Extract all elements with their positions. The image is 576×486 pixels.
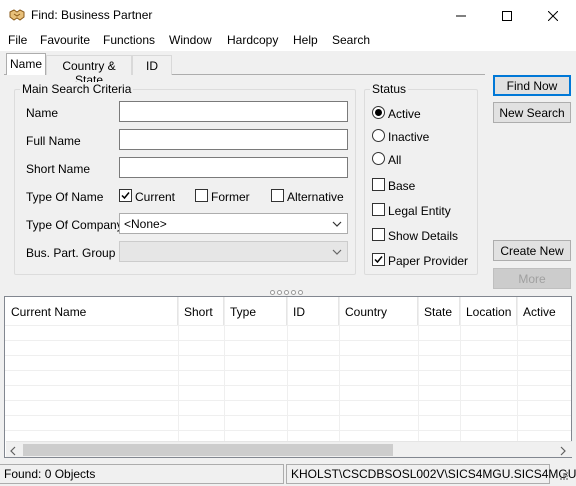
column-country[interactable]: Country: [339, 297, 418, 325]
alternative-label: Alternative: [287, 190, 344, 204]
create-new-button[interactable]: Create New: [493, 240, 571, 261]
legal-entity-label: Legal Entity: [388, 204, 451, 218]
column-current-name[interactable]: Current Name: [5, 297, 178, 325]
status-legend: Status: [370, 82, 409, 96]
more-button[interactable]: More: [493, 268, 571, 289]
menu-favourite[interactable]: Favourite: [40, 33, 90, 47]
tab-id[interactable]: ID: [132, 55, 172, 75]
full-name-label: Full Name: [26, 134, 81, 148]
paper-provider-checkbox[interactable]: [372, 253, 385, 266]
column-location[interactable]: Location: [460, 297, 517, 325]
column-id[interactable]: ID: [287, 297, 339, 325]
horizontal-scrollbar[interactable]: [6, 441, 572, 457]
menu-file[interactable]: File: [8, 33, 27, 47]
type-of-company-select[interactable]: <None>: [119, 213, 348, 234]
type-of-name-label: Type Of Name: [26, 190, 104, 204]
type-of-company-value: <None>: [124, 216, 167, 231]
find-now-button[interactable]: Find Now: [493, 75, 571, 96]
base-label: Base: [388, 179, 416, 193]
show-details-label: Show Details: [388, 229, 459, 243]
active-label: Active: [388, 107, 421, 121]
maximize-button[interactable]: [484, 0, 530, 31]
base-checkbox[interactable]: [372, 178, 385, 191]
grid-header: Current Name Short Type ID Country State…: [5, 297, 571, 325]
chevron-down-icon: [330, 244, 344, 260]
inactive-label: Inactive: [388, 130, 430, 144]
tab-name[interactable]: Name: [6, 53, 46, 75]
paper-provider-label: Paper Provider: [388, 254, 469, 268]
show-details-checkbox[interactable]: [372, 228, 385, 241]
resize-grip-icon[interactable]: [558, 470, 570, 485]
minimize-icon: [456, 15, 466, 16]
checkmark-icon: [121, 192, 130, 200]
close-icon: [548, 10, 558, 21]
checkmark-icon: [374, 256, 383, 264]
minimize-button[interactable]: [438, 0, 484, 31]
tab-country-state[interactable]: Country & State: [46, 55, 132, 87]
legal-entity-checkbox[interactable]: [372, 203, 385, 216]
full-name-input[interactable]: [119, 129, 348, 150]
menu-functions[interactable]: Functions: [103, 33, 155, 47]
current-checkbox[interactable]: [119, 189, 132, 202]
splitter-handle[interactable]: [270, 290, 303, 295]
column-state[interactable]: State: [418, 297, 460, 325]
handshake-icon: [9, 8, 25, 22]
radio-selected-icon: [375, 109, 382, 116]
all-radio[interactable]: [372, 152, 385, 165]
short-name-input[interactable]: [119, 157, 348, 178]
new-search-button[interactable]: New Search: [493, 102, 571, 123]
column-type[interactable]: Type: [224, 297, 287, 325]
close-button[interactable]: [530, 0, 576, 31]
chevron-down-icon: [330, 216, 344, 232]
scrollbar-thumb[interactable]: [23, 444, 393, 456]
bus-part-group-label: Bus. Part. Group: [26, 246, 116, 260]
bus-part-group-select[interactable]: [119, 241, 348, 262]
main-criteria-legend: Main Search Criteria: [20, 82, 134, 96]
alternative-checkbox[interactable]: [271, 189, 284, 202]
former-label: Former: [211, 190, 250, 204]
maximize-icon: [502, 10, 512, 21]
connection-info: KHOLST\CSCDBSOSL002V\SICS4MGU.SICS4MGU: [286, 464, 576, 484]
all-label: All: [388, 153, 402, 167]
current-label: Current: [135, 190, 176, 204]
name-label: Name: [26, 106, 59, 120]
column-short[interactable]: Short: [178, 297, 224, 325]
inactive-radio[interactable]: [372, 129, 385, 142]
window-title: Find: Business Partner: [31, 8, 153, 22]
former-checkbox[interactable]: [195, 189, 208, 202]
menu-help[interactable]: Help: [293, 33, 318, 47]
chevron-right-icon[interactable]: [559, 445, 567, 459]
chevron-left-icon[interactable]: [9, 445, 17, 459]
active-radio[interactable]: [372, 106, 385, 119]
results-grid[interactable]: Current Name Short Type ID Country State…: [4, 296, 572, 458]
menu-search[interactable]: Search: [332, 33, 370, 47]
short-name-label: Short Name: [26, 162, 91, 176]
name-input[interactable]: [119, 101, 348, 122]
found-count: Found: 0 Objects: [0, 464, 284, 484]
menu-window[interactable]: Window: [169, 33, 212, 47]
column-active[interactable]: Active: [517, 297, 571, 325]
menu-hardcopy[interactable]: Hardcopy: [227, 33, 278, 47]
type-of-company-label: Type Of Company: [26, 218, 123, 232]
